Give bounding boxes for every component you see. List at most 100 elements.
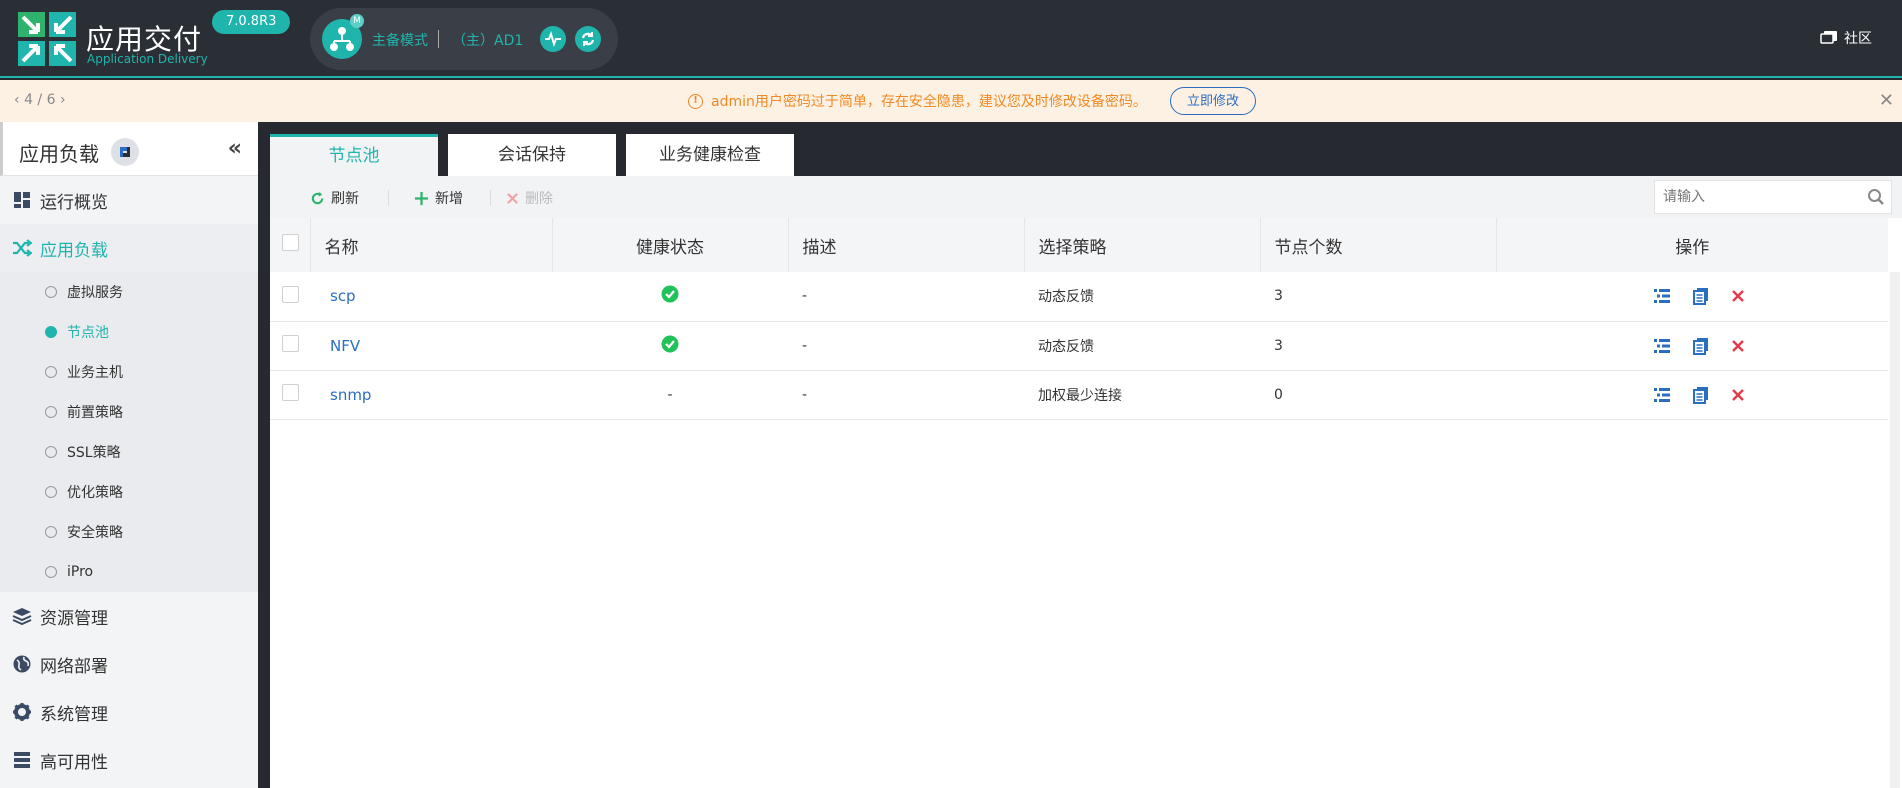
delete-x-icon [507,192,518,204]
refresh-icon [311,191,324,204]
sub-item-label: 节点池 [67,325,109,341]
desc-cell: - [802,386,808,403]
pool-name-link[interactable]: snmp [330,386,371,404]
version-badge: 7.0.8R3 [212,10,291,34]
heartbeat-icon[interactable] [540,26,566,52]
select-all-cell [270,218,311,272]
col-node-count[interactable]: 节点个数 [1260,218,1497,272]
sub-item-label: iPro [67,564,94,580]
delete-icon[interactable] [1731,289,1745,303]
notice-page-count: 4 / 6 [24,92,56,108]
delete-icon[interactable] [1731,339,1745,353]
radio-dot [45,406,57,418]
table-header-row: 名称 健康状态 描述 选择策略 节点个数 操作 [270,218,1888,272]
healthy-check-icon [661,335,679,352]
sub-item-virtual-service[interactable]: 虚拟服务 [0,272,258,312]
vertical-scrollbar[interactable] [1890,272,1900,788]
sync-icon[interactable] [575,26,601,52]
desc-cell: - [802,337,808,354]
gear-icon [12,702,32,722]
sub-item-business-host[interactable]: 业务主机 [0,352,258,392]
col-name[interactable]: 名称 [310,218,553,272]
node-list-icon[interactable] [1653,338,1671,354]
row-checkbox[interactable] [282,335,299,352]
radio-dot [45,486,57,498]
menu-item-ha[interactable]: 高可用性 [0,736,258,784]
node-count-cell: 3 [1274,337,1283,354]
sub-item-security-policy[interactable]: 安全策略 [0,512,258,552]
col-desc[interactable]: 描述 [788,218,1025,272]
sidebar-header: 应用负载 « [0,122,258,176]
table-row: NFV - 动态反馈 3 [270,321,1888,370]
device-label[interactable]: （主）AD1 [452,30,523,50]
next-notice-icon[interactable]: › [60,92,66,108]
row-actions [1510,386,1888,404]
menu-item-network[interactable]: 网络部署 [0,640,258,688]
refresh-label: 刷新 [331,191,359,207]
copy-icon[interactable] [1693,337,1709,355]
sub-item-ssl-policy[interactable]: SSL策略 [0,432,258,472]
strategy-cell: 加权最少连接 [1038,387,1122,404]
menu-label: 系统管理 [40,704,108,725]
community-label: 社区 [1844,31,1872,47]
globe-icon [12,654,32,674]
ha-mode-panel: M 主备模式 （主）AD1 [310,8,618,70]
sub-item-label: 业务主机 [67,365,123,381]
notice-text: admin用户密码过于简单，存在安全隐患，建议您及时修改设备密码。 [711,94,1147,110]
toolbar-divider [388,190,389,206]
delete-button[interactable]: 删除 [506,188,553,208]
tab-session-persistence[interactable]: 会话保持 [448,134,616,176]
toolbar: 刷新 新增 删除 [270,176,1902,218]
radio-dot [45,286,57,298]
search-icon[interactable] [1867,188,1885,210]
search-input[interactable] [1655,181,1855,213]
tab-health-check[interactable]: 业务健康检查 [626,134,794,176]
mode-divider [438,30,439,48]
radio-dot [45,446,57,458]
sub-item-pre-policy[interactable]: 前置策略 [0,392,258,432]
tab-node-pool[interactable]: 节点池 [270,134,438,176]
plus-icon [414,191,429,205]
copy-icon[interactable] [1693,287,1709,306]
refresh-button[interactable]: 刷新 [310,188,359,208]
close-icon[interactable]: ✕ [1879,90,1894,111]
menu-item-app-load[interactable]: 应用负载 [0,224,258,272]
node-list-icon[interactable] [1653,387,1671,403]
prev-notice-icon[interactable]: ‹ [14,92,20,108]
pool-name-link[interactable]: scp [330,287,356,305]
select-all-checkbox[interactable] [282,234,299,251]
node-count-cell: 3 [1274,288,1283,305]
strategy-cell: 动态反馈 [1038,289,1094,306]
menu-item-overview[interactable]: 运行概览 [0,176,258,224]
menu-label: 资源管理 [40,608,108,629]
menu-item-resource[interactable]: 资源管理 [0,592,258,640]
delete-label: 删除 [525,191,553,207]
sub-item-node-pool[interactable]: 节点池 [0,312,258,352]
table-row: snmp - - 加权最少连接 0 [270,370,1888,419]
add-button[interactable]: 新增 [414,188,463,208]
mode-label[interactable]: 主备模式 [372,30,428,50]
row-checkbox[interactable] [282,384,299,401]
sub-item-label: 优化策略 [67,485,123,501]
community-link[interactable]: 社区 [1820,28,1872,48]
node-list-icon[interactable] [1653,288,1671,304]
menu-label: 网络部署 [40,656,108,677]
col-strategy[interactable]: 选择策略 [1024,218,1261,272]
row-checkbox[interactable] [282,285,299,303]
chat-icon [1820,31,1837,44]
col-health[interactable]: 健康状态 [552,218,789,272]
menu-item-system[interactable]: 系统管理 [0,688,258,736]
radio-dot [45,326,57,338]
copy-icon[interactable] [1693,386,1709,404]
brand-subtitle: Application Delivery [87,52,208,66]
sidebar: 应用负载 « 运行概览 应用负载 虚拟服务 节点池 业务主机 前置策略 SSL策… [0,122,258,788]
sub-item-ipro[interactable]: iPro [0,552,258,592]
fix-password-button[interactable]: 立即修改 [1170,87,1257,115]
app-logo-icon [18,12,78,68]
pool-name-link[interactable]: NFV [330,337,360,355]
notice-bar: ‹ 4 / 6 › ! admin用户密码过于简单，存在安全隐患，建议您及时修改… [0,80,1902,122]
row-actions [1510,337,1888,355]
collapse-sidebar-icon[interactable]: « [228,136,242,161]
sub-item-optimize-policy[interactable]: 优化策略 [0,472,258,512]
delete-icon[interactable] [1731,388,1745,402]
